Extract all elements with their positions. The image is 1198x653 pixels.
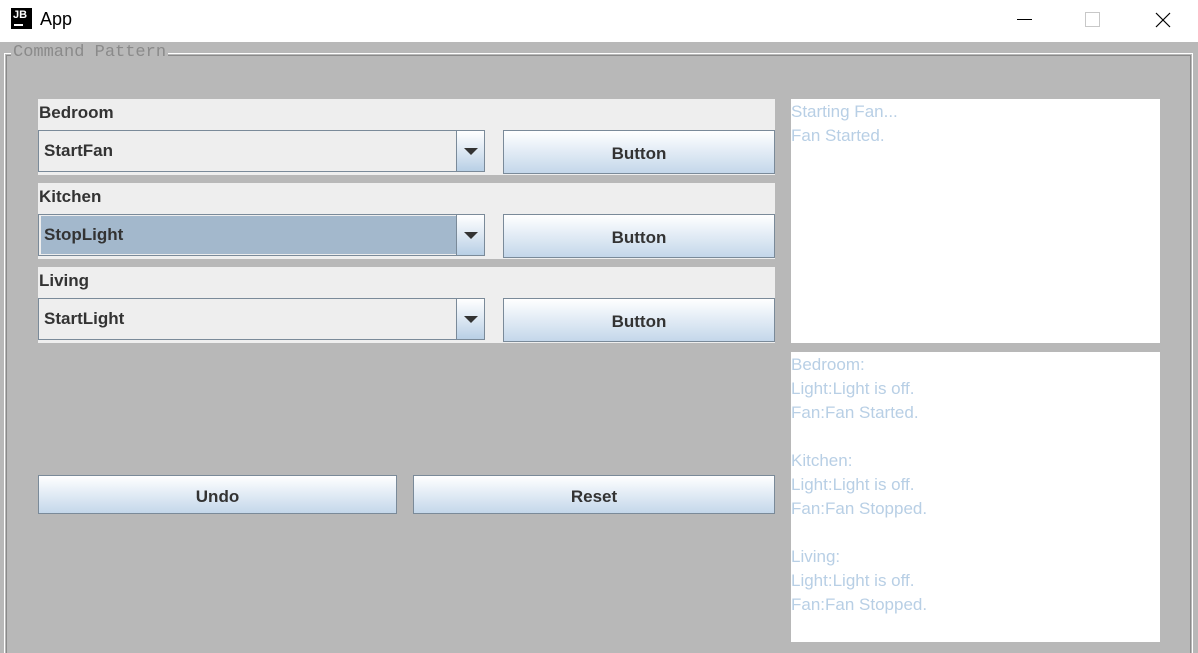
status-line: Kitchen: <box>791 451 853 470</box>
execute-button[interactable]: Button <box>503 214 775 258</box>
chevron-down-icon <box>464 316 478 323</box>
combobox-value: StartFan <box>44 141 113 160</box>
execute-button[interactable]: Button <box>503 298 775 342</box>
app-icon-label: JB <box>13 9 28 21</box>
combobox-value: StopLight <box>41 216 457 254</box>
combobox-value: StartLight <box>44 309 125 328</box>
command-combobox[interactable]: StopLight <box>38 214 485 256</box>
room-section-kitchen: Kitchen StopLight Button <box>38 183 775 259</box>
chevron-down-icon <box>464 232 478 239</box>
execute-button[interactable]: Button <box>503 130 775 174</box>
log-line: Starting Fan... <box>791 102 898 121</box>
maximize-button[interactable] <box>1070 0 1116 40</box>
status-line <box>791 521 1160 545</box>
room-label: Bedroom <box>39 103 114 122</box>
log-line: Fan Started. <box>791 126 885 145</box>
status-textarea[interactable]: Bedroom: Light:Light is off. Fan:Fan Sta… <box>791 352 1160 642</box>
maximize-icon <box>1085 12 1100 27</box>
main-panel: Command Pattern Bedroom StartFan Button … <box>0 42 1198 653</box>
room-label: Kitchen <box>39 187 102 206</box>
room-section-living: Living StartLight Button <box>38 267 775 343</box>
reset-button[interactable]: Reset <box>413 475 775 514</box>
close-button[interactable] <box>1140 0 1186 40</box>
room-section-bedroom: Bedroom StartFan Button <box>38 99 775 175</box>
log-textarea[interactable]: Starting Fan... Fan Started. <box>791 99 1160 343</box>
status-line: Fan:Fan Stopped. <box>791 499 928 518</box>
group-title: Command Pattern <box>11 43 169 62</box>
undo-button[interactable]: Undo <box>38 475 397 514</box>
status-line: Light:Light is off. <box>791 379 915 398</box>
status-line: Light:Light is off. <box>791 475 915 494</box>
minimize-button[interactable] <box>1001 0 1047 40</box>
chevron-down-icon <box>464 148 478 155</box>
status-line: Bedroom: <box>791 355 865 374</box>
room-label: Living <box>39 271 90 290</box>
minimize-icon <box>1017 19 1032 20</box>
title-bar: JB App <box>0 0 1198 42</box>
combobox-dropdown-button[interactable] <box>456 299 484 339</box>
combobox-dropdown-button[interactable] <box>456 215 484 255</box>
status-line <box>791 425 1160 449</box>
app-icon: JB <box>11 8 32 29</box>
status-line: Fan:Fan Started. <box>791 403 919 422</box>
command-combobox[interactable]: StartLight <box>38 298 485 340</box>
window-title: App <box>40 9 73 29</box>
status-line: Light:Light is off. <box>791 571 915 590</box>
status-line: Fan:Fan Stopped. <box>791 595 928 614</box>
status-line: Living: <box>791 547 841 566</box>
combobox-dropdown-button[interactable] <box>456 131 484 171</box>
command-combobox[interactable]: StartFan <box>38 130 485 172</box>
close-icon <box>1155 12 1171 28</box>
